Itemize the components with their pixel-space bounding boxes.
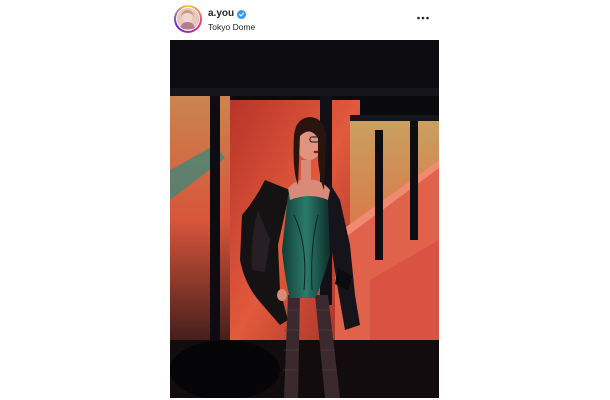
username-row: a.you: [208, 8, 255, 20]
instagram-post: a.you Tokyo Dome: [0, 0, 610, 400]
avatar-image: [176, 7, 200, 31]
left-wall: [170, 90, 230, 350]
user-block: a.you Tokyo Dome: [208, 8, 255, 33]
username[interactable]: a.you: [208, 8, 234, 20]
more-options-icon[interactable]: [416, 11, 430, 25]
post-photo[interactable]: [170, 40, 439, 398]
avatar-portrait-icon: [177, 8, 198, 29]
post-header: a.you Tokyo Dome: [170, 5, 440, 35]
location-link[interactable]: Tokyo Dome: [208, 21, 255, 33]
verified-badge-icon: [237, 9, 247, 19]
photo-scene: [170, 40, 439, 398]
profile-avatar[interactable]: [174, 5, 202, 33]
